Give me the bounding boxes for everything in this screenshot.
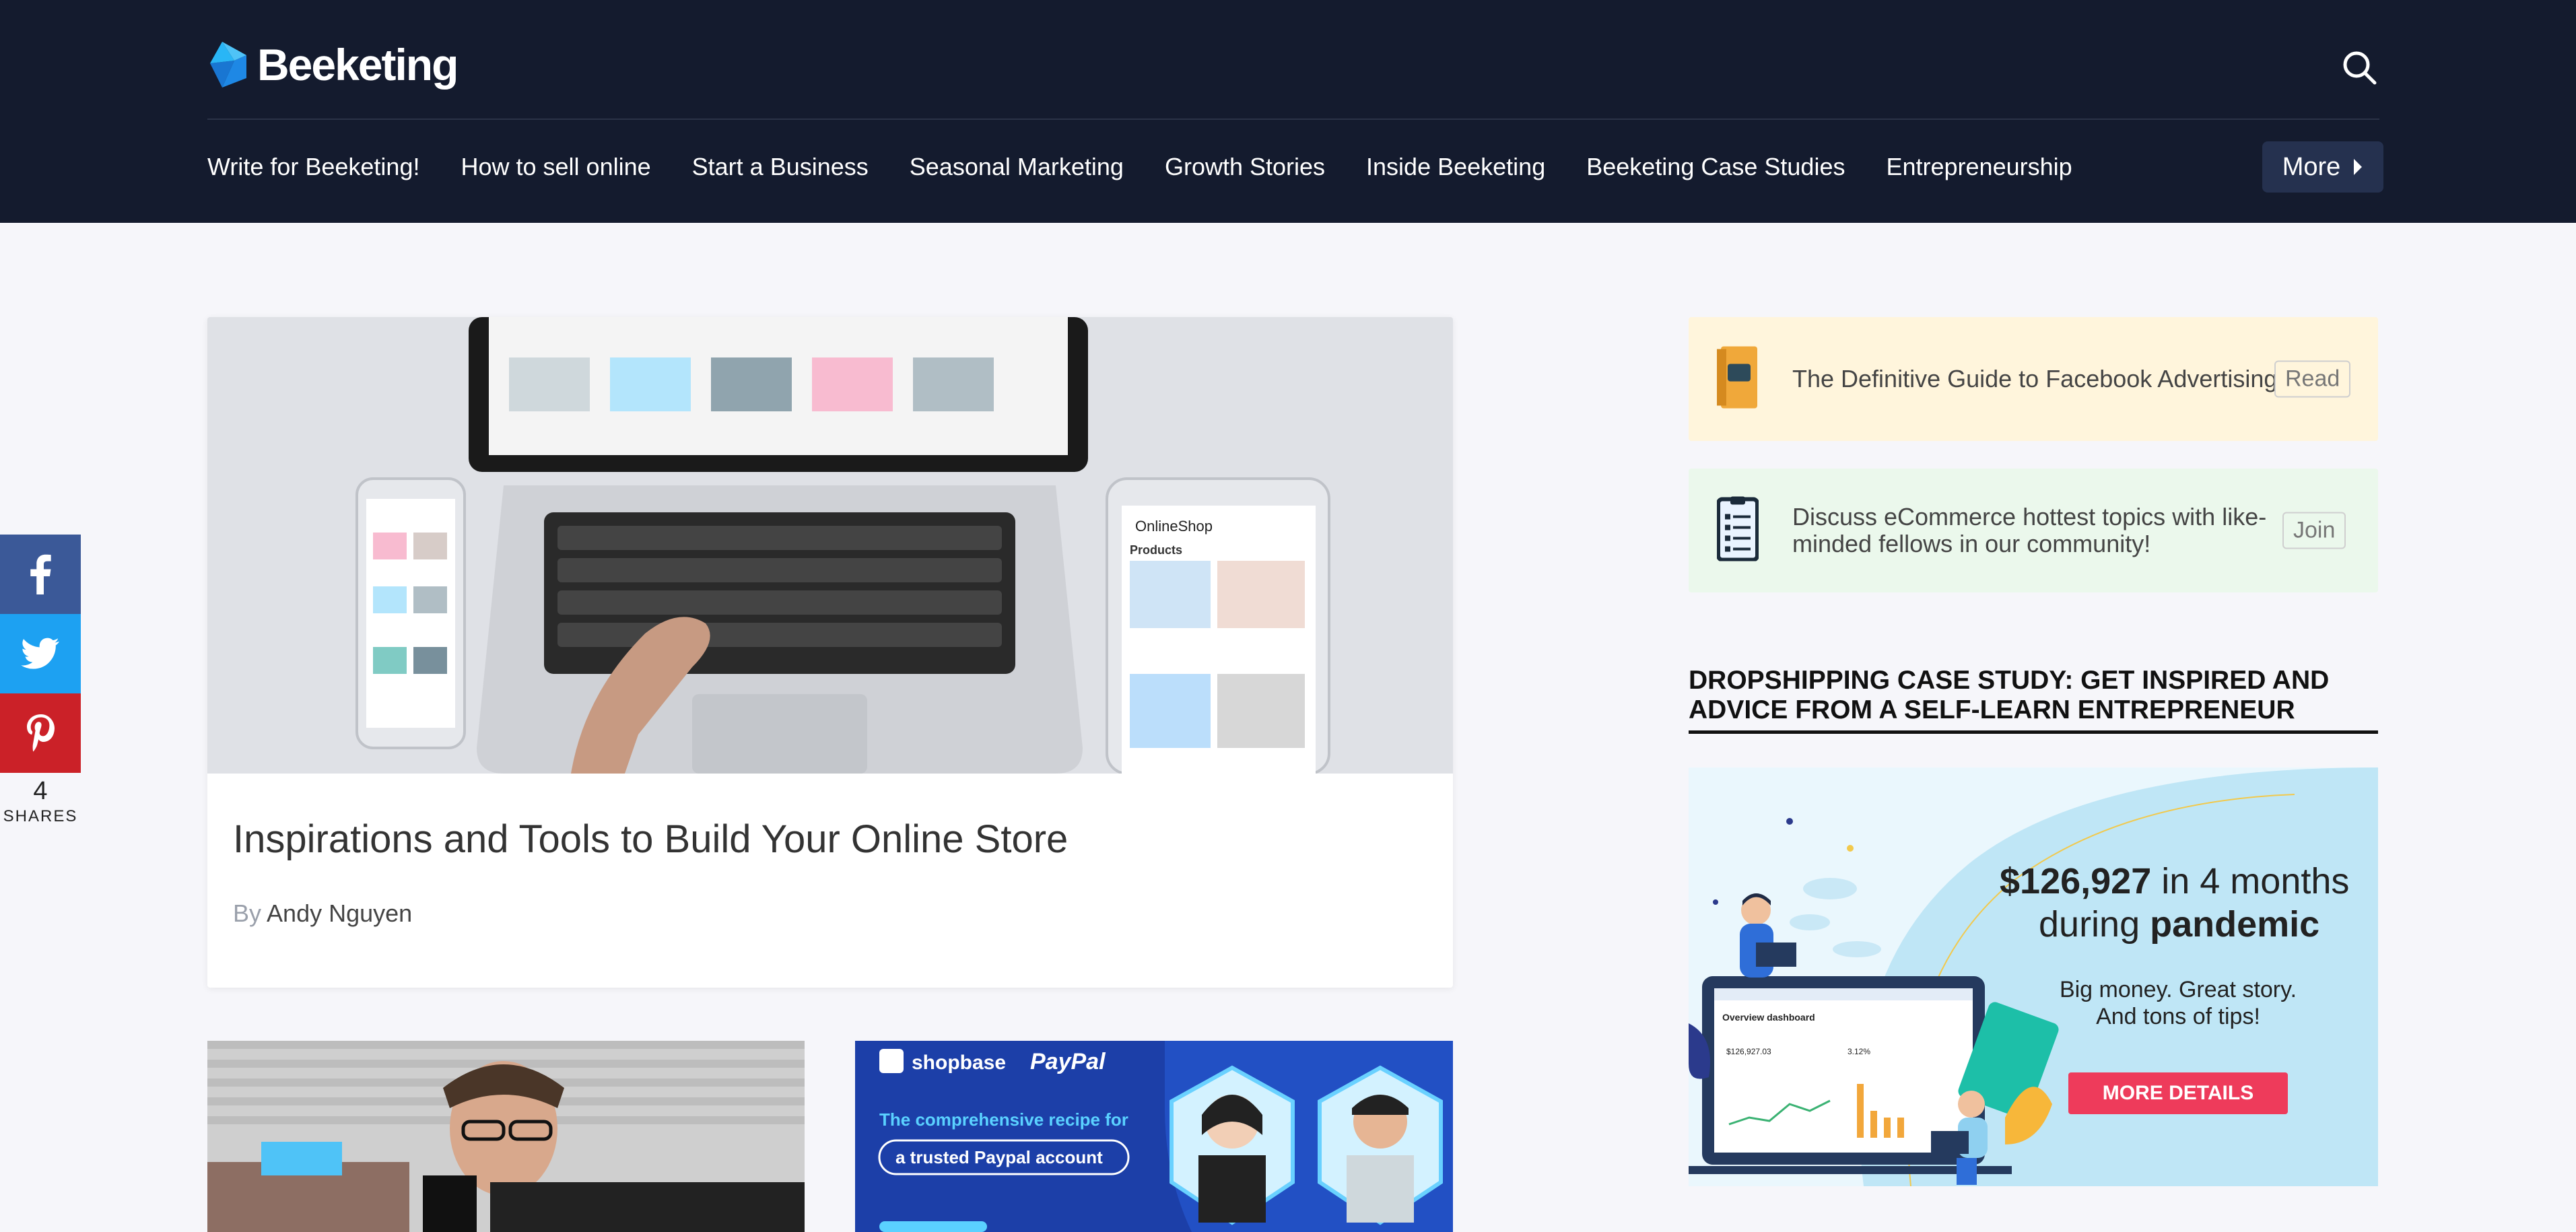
brand-name: Beeketing	[257, 40, 459, 90]
article-thumbnail-office[interactable]	[207, 1041, 805, 1232]
thumb2-line2: a trusted Paypal account	[895, 1147, 1103, 1167]
banner-amount-suffix: in 4 months	[2151, 861, 2350, 901]
nav-item-inside-beeketing[interactable]: Inside Beeketing	[1366, 153, 1545, 181]
banner-pandemic: pandemic	[2150, 904, 2320, 945]
read-button[interactable]: Read	[2274, 360, 2351, 398]
featured-article-card[interactable]: OnlineShop Products Inspirations and Too…	[207, 317, 1453, 988]
featured-image: OnlineShop Products	[207, 317, 1453, 774]
author-name[interactable]: Andy Nguyen	[267, 899, 412, 927]
caret-right-icon	[2354, 159, 2363, 175]
facebook-icon	[30, 554, 51, 594]
promo-community-text: Discuss eCommerce hottest topics with li…	[1792, 503, 2267, 557]
dashboard-title: Overview dashboard	[1722, 1012, 1815, 1023]
twitter-share-button[interactable]	[0, 614, 81, 693]
paypal-brand: PayPal	[1030, 1049, 1106, 1074]
dashboard-value: $126,927.03	[1726, 1047, 1771, 1056]
banner-amount: $126,927 in 4 months	[2000, 860, 2349, 902]
more-button[interactable]: More	[2262, 141, 2383, 193]
twitter-icon	[21, 638, 59, 669]
search-icon	[2343, 51, 2377, 85]
sidebar-heading: DROPSHIPPING CASE STUDY: GET INSPIRED AN…	[1689, 666, 2378, 734]
nav-item-growth-stories[interactable]: Growth Stories	[1165, 153, 1325, 181]
pinterest-share-button[interactable]	[0, 693, 81, 773]
banner-during-prefix: during	[2039, 904, 2150, 945]
checklist-icon	[1716, 496, 1759, 565]
more-details-button[interactable]: MORE DETAILS	[2068, 1072, 2288, 1114]
ebook-icon	[1717, 346, 1757, 412]
join-button[interactable]: Join	[2282, 512, 2346, 549]
tablet-brand: OnlineShop	[1135, 518, 1213, 535]
banner-subtitle: Big money. Great story. And tons of tips…	[2059, 977, 2297, 1029]
thumb2-line1: The comprehensive recipe for	[879, 1109, 1128, 1130]
nav-item-case-studies[interactable]: Beeketing Case Studies	[1586, 153, 1845, 181]
promo-community: Discuss eCommerce hottest topics with li…	[1689, 469, 2378, 592]
nav-item-how-to-sell-online[interactable]: How to sell online	[461, 153, 650, 181]
dashboard-pct: 3.12%	[1848, 1047, 1870, 1056]
main-nav: Write for Beeketing! How to sell online …	[207, 147, 2113, 187]
nav-item-entrepreneurship[interactable]: Entrepreneurship	[1886, 153, 2072, 181]
search-button[interactable]	[2339, 47, 2379, 88]
featured-byline: By Andy Nguyen	[233, 899, 412, 928]
promo-facebook-guide-text: The Definitive Guide to Facebook Adverti…	[1792, 365, 2278, 392]
featured-title[interactable]: Inspirations and Tools to Build Your Onl…	[233, 817, 1068, 862]
article-thumbnail-shopbase-paypal[interactable]: shopbase PayPal The comprehensive recipe…	[855, 1041, 1453, 1232]
facebook-share-button[interactable]	[0, 535, 81, 614]
nav-item-start-a-business[interactable]: Start a Business	[692, 153, 869, 181]
tablet-section: Products	[1130, 543, 1182, 557]
nav-item-seasonal-marketing[interactable]: Seasonal Marketing	[910, 153, 1124, 181]
pinterest-icon	[27, 714, 55, 752]
nav-item-write-for-beeketing[interactable]: Write for Beeketing!	[207, 153, 419, 181]
more-label: More	[2282, 152, 2341, 181]
site-header: Beeketing Write for Beeketing! How to se…	[0, 0, 2576, 223]
header-divider	[207, 118, 2379, 120]
share-label: SHARES	[3, 807, 78, 825]
share-bar: 4 SHARES	[0, 535, 81, 826]
byline-prefix: By	[233, 899, 262, 927]
banner-during: during pandemic	[2039, 903, 2319, 945]
shopbase-brand: shopbase	[912, 1052, 1006, 1074]
beeketing-logo-icon	[207, 40, 248, 89]
promo-facebook-guide: The Definitive Guide to Facebook Adverti…	[1689, 317, 2378, 441]
brand-logo[interactable]: Beeketing	[207, 36, 459, 93]
banner-amount-value: $126,927	[2000, 861, 2152, 901]
share-count: 4	[33, 777, 48, 805]
